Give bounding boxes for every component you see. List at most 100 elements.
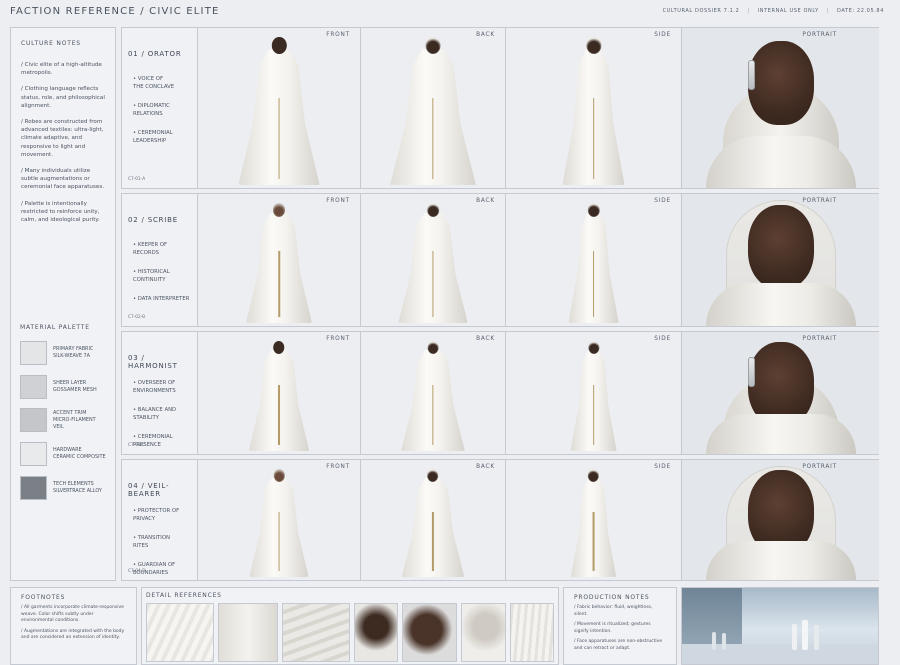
view-label: SIDE	[654, 32, 671, 38]
culture-note: / Clothing language reflects status, rol…	[21, 86, 105, 109]
detail-thumbnail	[217, 603, 278, 662]
production-notes-heading: PRODUCTION NOTES	[574, 594, 650, 601]
header-bar: FACTION REFERENCE / CIVIC ELITE CULTURAL…	[0, 0, 900, 22]
palette-item: HARDWARE CERAMIC COMPOSITE	[20, 442, 117, 466]
role-row: 02 / SCRIBE • KEEPER OF RECORDS • HISTORICA…	[121, 193, 879, 327]
figure-illustration	[570, 469, 617, 577]
view-cell-portrait: PORTRAIT	[682, 28, 879, 188]
figure-illustration	[562, 37, 625, 185]
role-responsibility: • BALANCE AND STABILITY	[133, 407, 177, 421]
view-label: SIDE	[654, 198, 671, 204]
head-shape	[273, 469, 285, 482]
footnotes-heading: FOOTNOTES	[21, 594, 66, 601]
palette-item: SHEER LAYER GOSSAMER MESH	[20, 375, 117, 399]
detail-thumbnails	[146, 603, 555, 662]
view-cell-side: SIDE	[506, 194, 682, 326]
date-label: DATE: 22.05.84	[837, 8, 884, 14]
role-label-panel: 03 / HARMONIST • OVERSEER OF ENVIRONMENTS •…	[122, 332, 198, 454]
role-code: C7-03-C	[128, 443, 146, 448]
role-responsibility: • KEEPER OF RECORDS	[133, 242, 168, 256]
trim-line	[592, 384, 595, 445]
view-label: FRONT	[326, 464, 350, 470]
usage-label: INTERNAL USE ONLY	[757, 8, 819, 14]
portrait-robe	[705, 541, 856, 580]
role-row: 01 / ORATOR • VOICE OF THE CONCLAVE • DIPLO…	[121, 27, 879, 189]
view-label: SIDE	[654, 336, 671, 342]
culture-notes-list: / Civic elite of a high-altitude metropo…	[21, 61, 105, 224]
render-figure	[792, 624, 797, 650]
trim-line	[432, 97, 434, 179]
view-cell-front: FRONT	[198, 28, 361, 188]
figure-illustration	[401, 341, 465, 451]
culture-note: / Civic elite of a high-altitude metropo…	[21, 62, 102, 77]
trim-line	[592, 97, 595, 179]
role-label-panel: 02 / SCRIBE • KEEPER OF RECORDS • HISTORICA…	[122, 194, 198, 326]
view-cell-back: BACK	[361, 194, 506, 326]
view-label: BACK	[476, 336, 495, 342]
trim-line	[278, 97, 280, 179]
view-cell-front: FRONT	[198, 460, 361, 580]
detail-thumbnail	[281, 603, 350, 662]
head-shape	[427, 469, 439, 482]
palette-item: ACCENT TRIM MICRO-FILAMENT VEIL	[20, 408, 117, 432]
role-responsibility: • OVERSEER OF ENVIRONMENTS	[133, 380, 176, 394]
portrait-face	[747, 205, 814, 289]
figure-illustration	[238, 37, 320, 185]
trim-line	[592, 511, 595, 571]
trim-line	[278, 511, 280, 571]
view-cell-side: SIDE	[506, 332, 682, 454]
portrait-face	[747, 41, 814, 125]
role-title: 04 / VEIL-BEARER	[128, 482, 170, 498]
detail-thumbnail	[353, 603, 399, 662]
figure-illustration	[570, 341, 617, 451]
palette-swatch	[20, 341, 47, 365]
culture-note: / Robes are constructed from advanced te…	[21, 119, 104, 158]
role-title: 03 / HARMONIST	[128, 354, 178, 370]
detail-thumbnail	[146, 603, 214, 662]
view-cell-back: BACK	[361, 332, 506, 454]
render-figure	[802, 620, 808, 650]
view-label: FRONT	[326, 32, 350, 38]
trim-line	[432, 511, 434, 571]
figure-illustration	[246, 203, 312, 323]
head-shape	[587, 203, 600, 217]
portrait-robe	[705, 414, 856, 454]
view-label: BACK	[476, 198, 495, 204]
trim-line	[592, 251, 595, 317]
head-shape	[587, 469, 599, 482]
culture-note: / Many individuals utilize subtle augmen…	[21, 168, 105, 191]
view-cell-front: FRONT	[198, 194, 361, 326]
footnote-item: / All garments incorporate climate-respo…	[21, 605, 124, 624]
role-responsibility: • PROTECTOR OF PRIVACY	[133, 508, 180, 522]
production-note: / Fabric behavior: fluid, weightless, si…	[574, 605, 653, 617]
detail-thumbnail	[510, 603, 555, 662]
view-cell-back: BACK	[361, 460, 506, 580]
render-figure	[814, 625, 819, 650]
palette-label: PRIMARY FABRIC SILK-WEAVE 7A	[53, 346, 94, 359]
environment-render-image	[681, 587, 879, 665]
head-shape	[588, 341, 599, 354]
palette-item: TECH ELEMENTS SILVERTRACE ALLOY	[20, 476, 117, 500]
palette-label: TECH ELEMENTS SILVERTRACE ALLOY	[53, 481, 102, 494]
figure-illustration	[249, 469, 309, 577]
production-note: / Face apparatuses are non-obstructive a…	[574, 639, 663, 651]
palette-swatch	[20, 375, 47, 399]
page-title: FACTION REFERENCE / CIVIC ELITE	[10, 5, 220, 17]
detail-references-heading: DETAIL REFERENCES	[146, 592, 222, 599]
view-label: PORTRAIT	[802, 32, 837, 38]
role-row: 03 / HARMONIST • OVERSEER OF ENVIRONMENTS •…	[121, 331, 879, 455]
production-notes-panel: PRODUCTION NOTES / Fabric behavior: flui…	[563, 587, 677, 665]
material-palette-heading: MATERIAL PALETTE	[20, 324, 90, 331]
view-label: FRONT	[326, 336, 350, 342]
role-code: C7-04-D	[128, 569, 146, 574]
view-cell-back: BACK	[361, 28, 506, 188]
view-cell-side: SIDE	[506, 460, 682, 580]
culture-note: / Palette is intentionally restricted to…	[21, 200, 100, 224]
view-cell-portrait: PORTRAIT	[682, 194, 879, 326]
dossier-label: CULTURAL DOSSIER 7.1.2	[662, 8, 740, 14]
trim-line	[432, 251, 434, 317]
render-figure	[712, 632, 716, 650]
production-note: / Movement is ritualized; gestures signi…	[574, 622, 651, 634]
header-meta: CULTURAL DOSSIER 7.1.2 | INTERNAL USE ON…	[662, 8, 884, 14]
role-code: C7-01-A	[128, 177, 146, 182]
